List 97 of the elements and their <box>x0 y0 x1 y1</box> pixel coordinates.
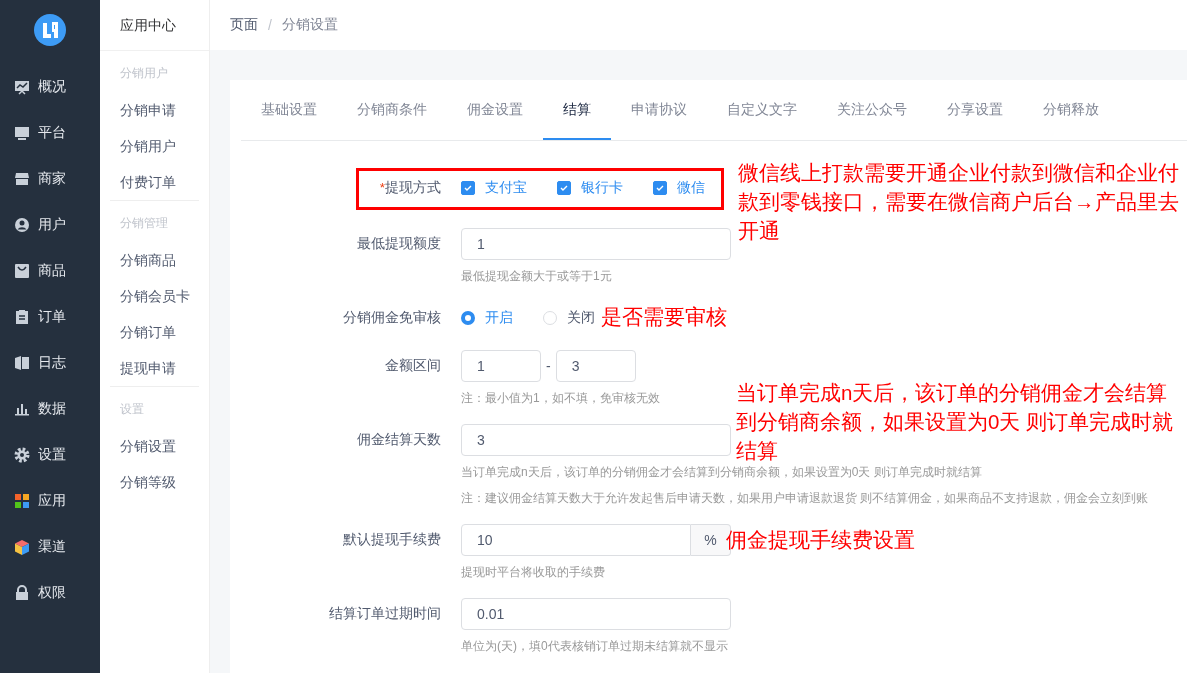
store-icon <box>14 171 30 187</box>
input-field[interactable]: 1 <box>461 350 541 382</box>
nav-item[interactable]: 订单 <box>0 294 100 340</box>
help-text: 提现时平台将收取的手续费 <box>461 564 606 581</box>
nav-label: 平台 <box>38 124 66 142</box>
nav-item[interactable]: 日志 <box>0 340 100 386</box>
check-icon <box>559 183 569 193</box>
nav-label: 渠道 <box>38 538 66 556</box>
field-label: *提现方式 <box>378 179 442 197</box>
tab[interactable]: 分享设置 <box>927 80 1023 140</box>
sidebar-item[interactable]: 付费订单 <box>110 164 199 200</box>
checkbox[interactable] <box>461 181 475 195</box>
nav-item[interactable]: 平台 <box>0 110 100 156</box>
help-text: 注：建议佣金结算天数大于允许发起售后申请天数，如果用户申请退款退货 则不结算佣金，如果商品不支持退款，佣金会立刻到账 <box>461 490 1149 507</box>
field-label: 佣金结算天数 <box>356 431 442 449</box>
help-text: 单位为(天)，填0代表核销订单过期未结算就不显示 <box>461 638 729 655</box>
nav-label: 数据 <box>38 400 66 418</box>
book-icon <box>14 355 30 371</box>
radio-label: 开启 <box>485 309 513 327</box>
nav-label: 权限 <box>38 584 66 602</box>
group-heading: 分销用户 <box>119 65 169 82</box>
input-field[interactable]: 3 <box>555 350 636 382</box>
nav-item[interactable]: 用户 <box>0 202 100 248</box>
group-heading: 分销管理 <box>119 215 169 232</box>
sidebar-item[interactable]: 分销订单 <box>110 314 199 350</box>
nav-item[interactable]: 数据 <box>0 386 100 432</box>
radio-label: 关闭 <box>567 309 595 327</box>
user-icon <box>14 217 30 233</box>
radio-button[interactable] <box>461 311 475 325</box>
bag-icon <box>14 263 30 279</box>
sidebar-title: 应用中心 <box>100 0 209 51</box>
nav-label: 应用 <box>38 492 66 510</box>
sidebar-item[interactable]: 分销商品 <box>110 242 199 278</box>
nav-item[interactable]: 权限 <box>0 570 100 616</box>
breadcrumb-link[interactable]: 分销设置 <box>281 16 338 34</box>
monitor-icon <box>14 125 30 141</box>
checkbox[interactable] <box>557 181 571 195</box>
tab[interactable]: 分销商条件 <box>337 80 447 140</box>
tab[interactable]: 基础设置 <box>241 80 337 140</box>
lock-icon <box>14 585 30 601</box>
nav-item[interactable]: 商家 <box>0 156 100 202</box>
tab[interactable]: 佣金设置 <box>447 80 543 140</box>
sidebar-item[interactable]: 提现申请 <box>110 350 199 386</box>
nav-label: 设置 <box>38 446 66 464</box>
nav-item[interactable]: 应用 <box>0 478 100 524</box>
field-label: 默认提现手续费 <box>342 531 442 549</box>
tab[interactable]: 结算 <box>543 80 611 140</box>
tab[interactable]: 分销释放 <box>1023 80 1119 140</box>
nav-item[interactable]: 商品 <box>0 248 100 294</box>
checkbox-label: 银行卡 <box>581 179 623 197</box>
annotation-text: 微信线上打款需要开通企业付款到微信和企业付款到零钱接口，需要在微信商户后台→产品里去开通 <box>738 160 1180 244</box>
cube-icon <box>14 539 30 555</box>
sidebar-item[interactable]: 分销会员卡 <box>110 278 199 314</box>
check-icon <box>655 183 665 193</box>
field-label: 最低提现额度 <box>356 235 442 253</box>
nav-label: 用户 <box>38 216 66 234</box>
logo-icon <box>34 14 66 46</box>
tab[interactable]: 关注公众号 <box>817 80 927 140</box>
field-label: 金额区间 <box>384 357 442 375</box>
tab[interactable]: 申请协议 <box>611 80 707 140</box>
checkbox-label: 微信 <box>677 179 705 197</box>
field-label: 结算订单过期时间 <box>328 605 442 623</box>
breadcrumb-separator: / <box>268 17 272 33</box>
breadcrumb-link[interactable]: 页面 <box>230 16 258 34</box>
nav-label: 概况 <box>38 78 66 96</box>
nav-item[interactable]: 设置 <box>0 432 100 478</box>
check-icon <box>463 183 473 193</box>
annotation-text: 当订单完成n天后，该订单的分销佣金才会结算到分销商余额，如果设置为0天 则订单完成时就结算 <box>736 380 1175 464</box>
checkbox-label: 支付宝 <box>485 179 527 197</box>
bar-chart-icon <box>14 401 30 417</box>
apps-grid-icon <box>14 493 30 509</box>
sidebar-item[interactable]: 分销设置 <box>110 428 199 464</box>
required-mark: * <box>379 180 385 195</box>
sidebar-item[interactable]: 分销申请 <box>110 92 199 128</box>
sidebar-item[interactable]: 分销等级 <box>110 464 199 500</box>
chart-board-icon <box>14 79 30 95</box>
help-text: 注：最小值为1，如不填，免审核无效 <box>461 390 660 407</box>
nav-item[interactable]: 渠道 <box>0 524 100 570</box>
nav-label: 商家 <box>38 170 66 188</box>
annotation-text: 是否需要审核 <box>601 304 728 330</box>
input-field[interactable]: 1 <box>461 228 731 260</box>
settings-icon <box>14 447 30 463</box>
input-field[interactable]: 10 <box>461 524 691 556</box>
nav-item[interactable]: 概况 <box>0 64 100 110</box>
input-field[interactable]: 0.01 <box>461 598 731 630</box>
nav-label: 日志 <box>38 354 66 372</box>
clipboard-icon <box>14 309 30 325</box>
help-text: 最低提现金额大于或等于1元 <box>461 268 613 285</box>
range-separator: - <box>546 358 551 374</box>
input-field[interactable]: 3 <box>461 424 731 456</box>
checkbox[interactable] <box>653 181 667 195</box>
sidebar-item[interactable]: 分销用户 <box>110 128 199 164</box>
field-label: 分销佣金免审核 <box>342 309 442 327</box>
tab[interactable]: 自定义文字 <box>707 80 817 140</box>
nav-label: 订单 <box>38 308 66 326</box>
nav-label: 商品 <box>38 262 66 280</box>
help-text: 当订单完成n天后，该订单的分销佣金才会结算到分销商余额，如果设置为0天 则订单完成时就结算 <box>461 464 983 481</box>
